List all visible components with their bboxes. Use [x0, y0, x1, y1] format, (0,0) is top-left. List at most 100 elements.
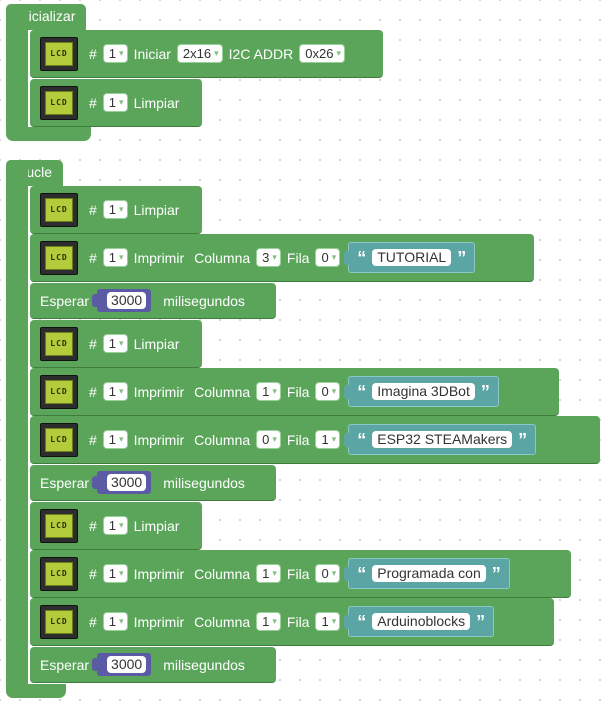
close-quote-icon: ” [518, 429, 528, 450]
close-quote-icon: ” [480, 381, 490, 402]
chevron-down-icon: ▾ [119, 97, 124, 107]
chevron-down-icon: ▾ [336, 48, 341, 58]
column-dropdown[interactable]: 3 ▾ [256, 248, 281, 267]
number-field[interactable]: 3000 [107, 474, 147, 491]
wait-block[interactable]: Esperar 3000 milisegundos [30, 647, 276, 683]
text-field[interactable]: Arduinoblocks [372, 613, 471, 630]
row-label: Fila [286, 565, 310, 582]
column-dropdown[interactable]: 0 ▾ [256, 430, 281, 449]
hash-label: # [89, 431, 97, 448]
column-label: Columna [194, 565, 251, 582]
hash-label: # [89, 335, 97, 352]
column-dropdown[interactable]: 1 ▾ [256, 612, 281, 631]
row-dropdown[interactable]: 1 ▾ [315, 430, 341, 449]
lcd-number-dropdown[interactable]: 1 ▾ [102, 248, 128, 267]
init-foot [6, 127, 91, 141]
hash-label: # [89, 517, 97, 534]
lcd-print-block[interactable]: LCD # 1 ▾ Imprimir Columna 1 ▾ Fila 0 ▾ “ I… [30, 368, 559, 416]
lcd-number-dropdown[interactable]: 1 ▾ [102, 200, 128, 219]
chevron-down-icon: ▾ [119, 434, 124, 444]
action-label: Imprimir [133, 249, 185, 266]
text-field[interactable]: TUTORIAL [372, 249, 452, 266]
wait-block[interactable]: Esperar 3000 milisegundos [30, 465, 276, 501]
column-dropdown[interactable]: 1 ▾ [256, 564, 281, 583]
chevron-down-icon: ▾ [119, 338, 124, 348]
lcd-number-dropdown[interactable]: 1 ▾ [102, 564, 128, 583]
init-container[interactable]: Inicializar LCD # 1 ▾ Iniciar 2x16 ▾ I2C A… [6, 4, 386, 141]
action-label: Limpiar [133, 335, 180, 352]
lcd-clear-block[interactable]: LCD # 1 ▾ Limpiar [30, 320, 202, 368]
lcd-icon: LCD [40, 192, 78, 227]
hash-label: # [89, 613, 97, 630]
row-dropdown[interactable]: 0 ▾ [315, 248, 341, 267]
text-string-block[interactable]: “ Arduinoblocks ” [344, 606, 495, 637]
column-label: Columna [194, 383, 251, 400]
number-block[interactable]: 3000 [92, 289, 152, 312]
chevron-down-icon: ▾ [272, 568, 277, 578]
lcd-print-block[interactable]: LCD # 1 ▾ Imprimir Columna 1 ▾ Fila 1 ▾ “ A… [30, 598, 554, 646]
i2c-addr-label: I2C ADDR [228, 45, 294, 62]
close-quote-icon: ” [476, 611, 486, 632]
wait-label: Esperar [40, 656, 90, 673]
row-dropdown[interactable]: 1 ▾ [315, 612, 341, 631]
number-field[interactable]: 3000 [107, 292, 147, 309]
i2c-addr-dropdown[interactable]: 0x26 ▾ [299, 44, 345, 63]
row-label: Fila [286, 249, 310, 266]
lcd-size-dropdown[interactable]: 2x16 ▾ [176, 44, 223, 63]
lcd-number-dropdown[interactable]: 1 ▾ [102, 612, 128, 631]
text-string-block[interactable]: “ Imagina 3DBot ” [344, 376, 499, 407]
chevron-down-icon: ▾ [119, 616, 124, 626]
row-dropdown[interactable]: 0 ▾ [315, 382, 341, 401]
column-label: Columna [194, 431, 251, 448]
lcd-icon: LCD [40, 604, 78, 639]
lcd-icon: LCD [40, 240, 78, 275]
text-string-block[interactable]: “ ESP32 STEAMakers ” [344, 424, 537, 455]
wait-block[interactable]: Esperar 3000 milisegundos [30, 283, 276, 319]
hash-label: # [89, 45, 97, 62]
chevron-down-icon: ▾ [119, 48, 124, 58]
lcd-print-block[interactable]: LCD # 1 ▾ Imprimir Columna 3 ▾ Fila 0 ▾ “ T… [30, 234, 534, 282]
column-label: Columna [194, 613, 251, 630]
row-dropdown[interactable]: 0 ▾ [315, 564, 341, 583]
number-block[interactable]: 3000 [92, 471, 152, 494]
lcd-number-dropdown[interactable]: 1 ▾ [102, 334, 128, 353]
chevron-down-icon: ▾ [331, 252, 337, 262]
number-field[interactable]: 3000 [107, 656, 147, 673]
lcd-number-dropdown[interactable]: 1 ▾ [102, 44, 128, 63]
loop-rail [6, 160, 28, 698]
lcd-clear-block[interactable]: LCD # 1 ▾ Limpiar [30, 186, 202, 234]
loop-foot [6, 684, 66, 698]
lcd-icon: LCD [40, 36, 78, 71]
lcd-number-dropdown[interactable]: 1 ▾ [102, 430, 128, 449]
text-string-block[interactable]: “ TUTORIAL ” [344, 242, 476, 273]
column-label: Columna [194, 249, 251, 266]
lcd-print-block[interactable]: LCD # 1 ▾ Imprimir Columna 1 ▾ Fila 0 ▾ “ P… [30, 550, 571, 598]
lcd-icon: LCD [40, 556, 78, 591]
column-dropdown[interactable]: 1 ▾ [256, 382, 281, 401]
action-label: Imprimir [133, 565, 185, 582]
lcd-icon: LCD [40, 326, 78, 361]
lcd-init-block[interactable]: LCD # 1 ▾ Iniciar 2x16 ▾ I2C ADDR 0x26 ▾ [30, 30, 383, 78]
loop-container[interactable]: Bucle LCD # 1 ▾ Limpiar LCD # 1 ▾ Imprimir… [6, 160, 606, 700]
wait-unit-label: milisegundos [163, 292, 245, 309]
chevron-down-icon: ▾ [272, 252, 277, 262]
lcd-clear-block[interactable]: LCD # 1 ▾ Limpiar [30, 502, 202, 550]
action-label: Imprimir [133, 383, 185, 400]
lcd-print-block[interactable]: LCD # 1 ▾ Imprimir Columna 0 ▾ Fila 1 ▾ “ E… [30, 416, 600, 464]
lcd-icon: LCD [40, 422, 78, 457]
action-label: Imprimir [133, 431, 185, 448]
number-block[interactable]: 3000 [92, 653, 152, 676]
action-label: Limpiar [133, 94, 180, 111]
hash-label: # [89, 249, 97, 266]
wait-unit-label: milisegundos [163, 656, 245, 673]
text-field[interactable]: ESP32 STEAMakers [372, 431, 513, 448]
lcd-number-dropdown[interactable]: 1 ▾ [102, 382, 128, 401]
lcd-number-dropdown[interactable]: 1 ▾ [102, 93, 128, 112]
lcd-number-dropdown[interactable]: 1 ▾ [102, 516, 128, 535]
text-field[interactable]: Programada con [372, 565, 486, 582]
hash-label: # [89, 201, 97, 218]
text-string-block[interactable]: “ Programada con ” [344, 558, 510, 589]
open-quote-icon: “ [357, 381, 367, 402]
text-field[interactable]: Imagina 3DBot [372, 383, 475, 400]
lcd-clear-block[interactable]: LCD # 1 ▾ Limpiar [30, 79, 202, 127]
